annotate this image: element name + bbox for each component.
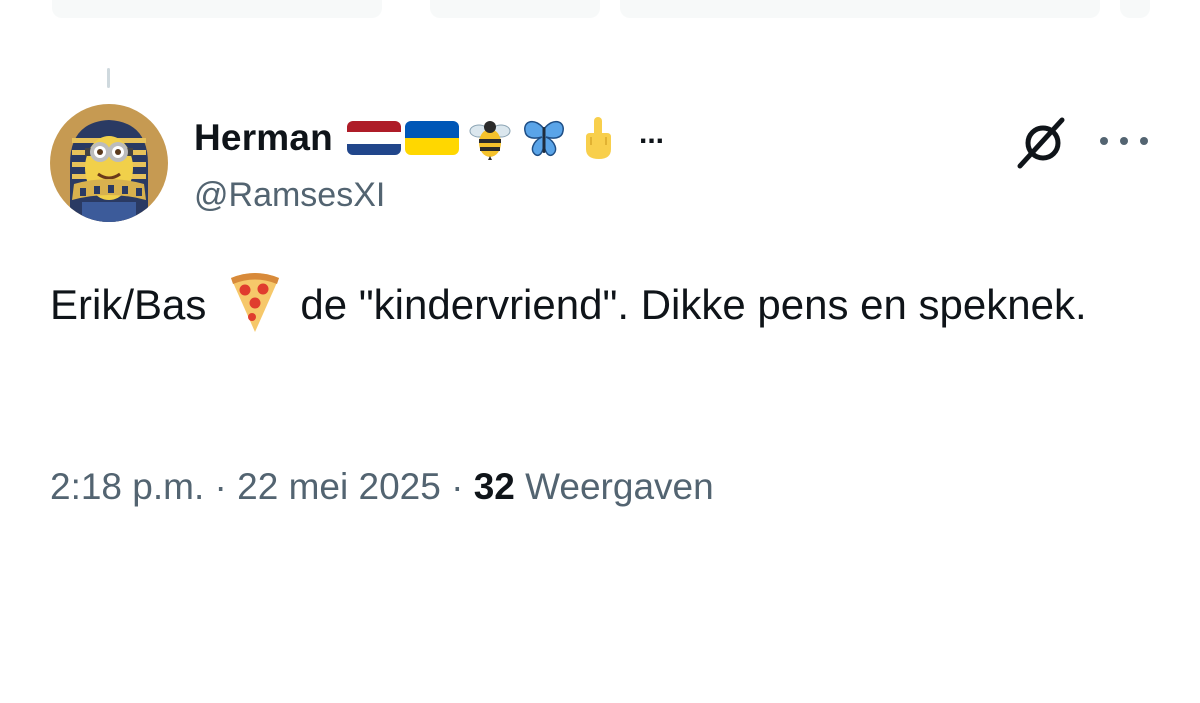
tweet-text-before: Erik/Bas	[50, 281, 207, 328]
tweet-text-after: de "kindervriend". Dikke pens en speknek…	[300, 281, 1087, 328]
grok-button[interactable]	[1012, 112, 1074, 174]
views-count: 32	[473, 466, 515, 507]
more-icon-dot	[1140, 137, 1148, 145]
ukraine-flag-icon	[404, 121, 459, 155]
previous-card-edge	[0, 0, 1200, 22]
butterfly-icon	[524, 120, 564, 157]
more-icon-dot	[1120, 137, 1128, 145]
more-icon-dot	[1100, 137, 1108, 145]
name-truncation: ...	[638, 117, 664, 150]
avatar[interactable]	[50, 104, 168, 222]
name-emoji-row	[346, 115, 625, 161]
meta-separator: ·	[204, 466, 238, 507]
tweet-date[interactable]: 22 mei 2025	[237, 466, 441, 508]
more-options-button[interactable]	[1100, 126, 1148, 156]
grok-icon	[1017, 117, 1065, 169]
netherlands-flag-icon	[346, 121, 401, 155]
tweet-page: Herman ... @RamsesXI Erik/Bas de "kinder…	[0, 0, 1200, 703]
author-name-row: Herman ...	[194, 108, 664, 168]
tweet-text: Erik/Bas de "kindervriend". Dikke pens e…	[50, 268, 1130, 342]
bee-icon	[469, 121, 511, 160]
meta-separator: ·	[440, 466, 474, 507]
tweet-metadata: 2:18 p.m. · 22 mei 2025 · 32 Weergaven	[50, 462, 714, 512]
avatar-image	[50, 104, 168, 222]
thread-connector-line	[107, 68, 110, 88]
user-handle[interactable]: @RamsesXI	[194, 176, 385, 215]
tweet-time[interactable]: 2:18 p.m.	[50, 466, 204, 508]
views-label: Weergaven	[514, 466, 714, 507]
pizza-icon	[231, 272, 280, 332]
display-name[interactable]: Herman	[194, 117, 333, 159]
middle-finger-icon	[585, 117, 611, 159]
